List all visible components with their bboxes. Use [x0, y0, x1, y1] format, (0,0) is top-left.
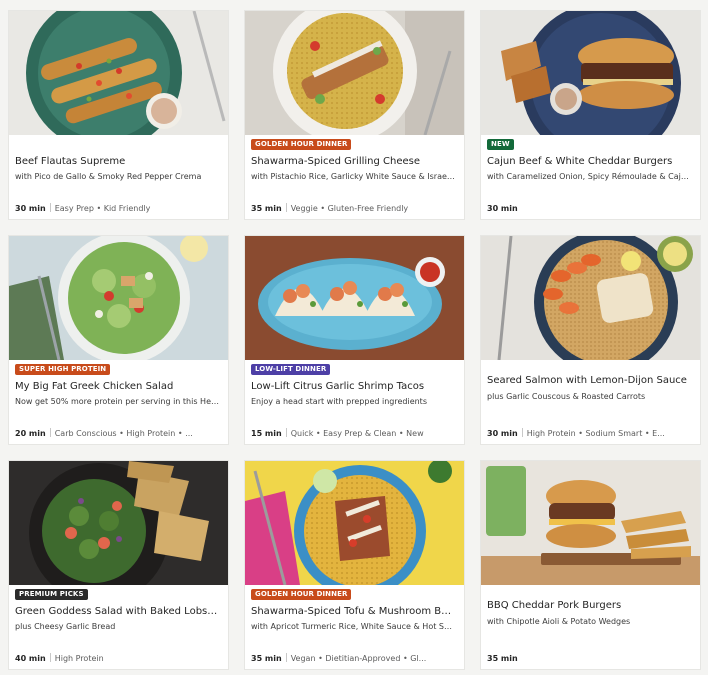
recipe-meta: 30 min	[487, 203, 694, 214]
prep-time: 35 min	[487, 654, 518, 663]
recipe-image[interactable]	[481, 236, 700, 360]
meta-divider	[49, 428, 51, 437]
recipe-title[interactable]: Beef Flautas Supreme	[15, 155, 220, 168]
recipe-badge: PREMIUM PICKS	[15, 589, 88, 600]
prep-time: 35 min	[251, 204, 282, 213]
recipe-badge: NEW	[487, 139, 514, 150]
recipe-meta: 15 min Quick • Easy Prep & Clean • New	[251, 428, 458, 439]
recipe-subtitle: with Pistachio Rice, Garlicky White Sauc…	[251, 172, 456, 181]
recipe-title[interactable]: Shawarma-Spiced Grilling Cheese	[251, 155, 456, 168]
recipe-image[interactable]	[245, 11, 464, 135]
prep-time: 30 min	[487, 204, 518, 213]
recipe-tags: High Protein • Sodium Smart • E...	[526, 429, 665, 438]
meta-divider	[285, 203, 287, 212]
recipe-subtitle: with Apricot Turmeric Rice, White Sauce …	[251, 622, 456, 631]
prep-time: 30 min	[15, 204, 46, 213]
recipe-badge: GOLDEN HOUR DINNER	[251, 589, 352, 600]
recipe-badge: SUPER HIGH PROTEIN	[15, 364, 111, 375]
recipe-meta: 35 min Vegan • Dietitian-Approved • Gl...	[251, 653, 458, 664]
recipe-title[interactable]: Shawarma-Spiced Tofu & Mushroom Bowls	[251, 605, 456, 618]
recipe-card[interactable]: GOLDEN HOUR DINNER Shawarma-Spiced Grill…	[244, 10, 465, 220]
recipe-subtitle: plus Cheesy Garlic Bread	[15, 622, 116, 631]
recipe-title[interactable]: BBQ Cheddar Pork Burgers	[487, 599, 692, 612]
recipe-card[interactable]: BBQ Cheddar Pork Burgers with Chipotle A…	[480, 460, 701, 670]
prep-time: 35 min	[251, 654, 282, 663]
recipe-subtitle: Now get 50% more protein per serving in …	[15, 397, 220, 406]
recipe-badge: GOLDEN HOUR DINNER	[251, 139, 352, 150]
meta-divider	[285, 428, 287, 437]
recipe-tags: Quick • Easy Prep & Clean • New	[290, 429, 424, 438]
recipe-card[interactable]: Seared Salmon with Lemon-Dijon Sauce plu…	[480, 235, 701, 445]
recipe-meta: 35 min Veggie • Gluten-Free Friendly	[251, 203, 458, 214]
recipe-card[interactable]: NEW Cajun Beef & White Cheddar Burgers w…	[480, 10, 701, 220]
recipe-title[interactable]: Seared Salmon with Lemon-Dijon Sauce	[487, 374, 692, 387]
meta-divider	[49, 653, 51, 662]
recipe-meta: 30 min High Protein • Sodium Smart • E...	[487, 428, 694, 439]
prep-time: 15 min	[251, 429, 282, 438]
recipe-subtitle: with Caramelized Onion, Spicy Rémoulade …	[487, 172, 692, 181]
recipe-image[interactable]	[245, 236, 464, 360]
recipe-subtitle: Enjoy a head start with prepped ingredie…	[251, 397, 427, 406]
recipe-image[interactable]	[481, 11, 700, 135]
recipe-meta: 30 min Easy Prep • Kid Friendly	[15, 203, 222, 214]
recipe-title[interactable]: Green Goddess Salad with Baked Lobster T…	[15, 605, 220, 618]
meta-divider	[285, 653, 287, 662]
recipe-image[interactable]	[9, 236, 228, 360]
recipe-subtitle: with Chipotle Aioli & Potato Wedges	[487, 617, 631, 626]
recipe-meta: 40 min High Protein	[15, 653, 222, 664]
recipe-subtitle: plus Garlic Couscous & Roasted Carrots	[487, 392, 646, 401]
recipe-title[interactable]: My Big Fat Greek Chicken Salad	[15, 380, 220, 393]
recipe-card[interactable]: PREMIUM PICKS Green Goddess Salad with B…	[8, 460, 229, 670]
recipe-tags: Easy Prep • Kid Friendly	[54, 204, 151, 213]
meta-divider	[49, 203, 51, 212]
recipe-image[interactable]	[9, 11, 228, 135]
recipe-meta: 35 min	[487, 653, 694, 664]
recipe-image[interactable]	[245, 461, 464, 585]
recipe-subtitle: with Pico de Gallo & Smoky Red Pepper Cr…	[15, 172, 202, 181]
recipe-tags: Vegan • Dietitian-Approved • Gl...	[290, 654, 427, 663]
prep-time: 20 min	[15, 429, 46, 438]
recipe-tags: Veggie • Gluten-Free Friendly	[290, 204, 409, 213]
recipe-card[interactable]: SUPER HIGH PROTEIN My Big Fat Greek Chic…	[8, 235, 229, 445]
recipe-card[interactable]: Beef Flautas Supreme with Pico de Gallo …	[8, 10, 229, 220]
recipe-card[interactable]: LOW-LIFT DINNER Low-Lift Citrus Garlic S…	[244, 235, 465, 445]
recipe-tags: High Protein	[54, 654, 104, 663]
prep-time: 40 min	[15, 654, 46, 663]
recipe-title[interactable]: Cajun Beef & White Cheddar Burgers	[487, 155, 692, 168]
recipe-card[interactable]: GOLDEN HOUR DINNER Shawarma-Spiced Tofu …	[244, 460, 465, 670]
recipe-image[interactable]	[481, 461, 700, 585]
recipe-tags: Carb Conscious • High Protein • ...	[54, 429, 193, 438]
recipe-meta: 20 min Carb Conscious • High Protein • ..…	[15, 428, 222, 439]
recipe-image[interactable]	[9, 461, 228, 585]
meta-divider	[521, 428, 523, 437]
recipe-title[interactable]: Low-Lift Citrus Garlic Shrimp Tacos	[251, 380, 456, 393]
prep-time: 30 min	[487, 429, 518, 438]
recipe-grid: Beef Flautas Supreme with Pico de Gallo …	[0, 0, 708, 675]
recipe-badge: LOW-LIFT DINNER	[251, 364, 331, 375]
